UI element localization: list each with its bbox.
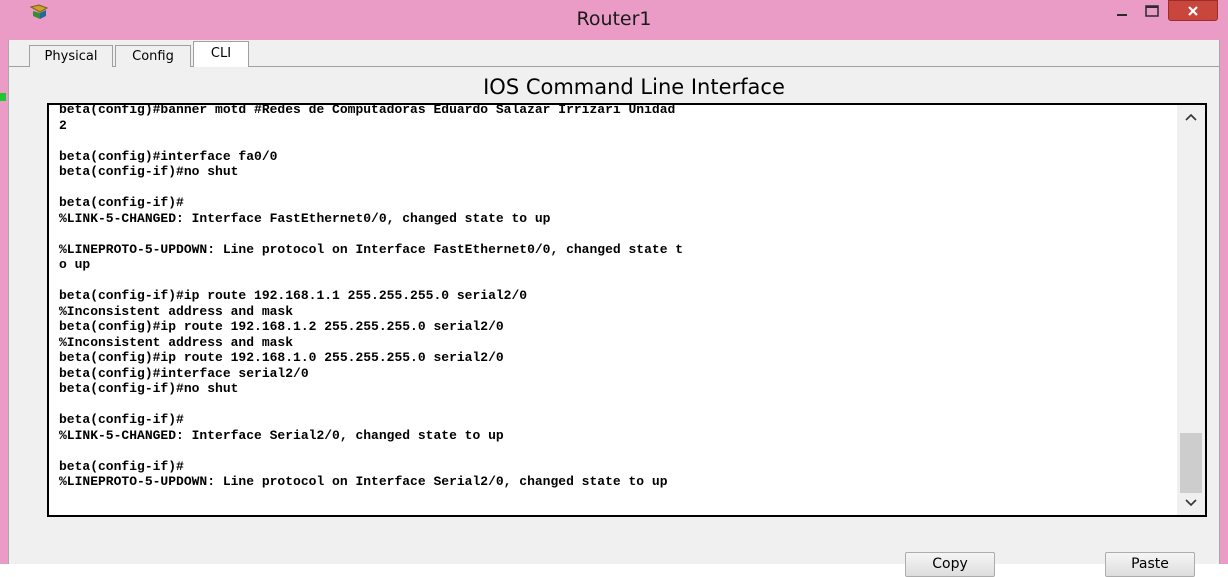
minimize-button[interactable] [1108,0,1135,21]
terminal-line: beta(config-if)#no shut [59,381,239,396]
chevron-down-icon [1185,499,1197,507]
terminal-line: beta(config)#interface serial2/0 [59,365,309,381]
terminal-line: beta(config)#interface fa0/0 [59,148,278,164]
terminal-line: 2 [59,117,67,133]
terminal-line: %LINK-5-CHANGED: Interface FastEthernet0… [59,210,551,226]
close-button[interactable] [1168,0,1218,21]
terminal-line: beta(config-if)# [59,412,184,427]
scroll-down-button[interactable] [1177,491,1205,515]
window-title: Router1 [576,8,652,30]
terminal-line: beta(config-if)#ip route 192.168.1.1 255… [59,288,528,303]
terminal-line: beta(config-if)# [59,458,184,474]
maximize-button[interactable] [1138,0,1165,21]
terminal-line: beta(config)#ip route 192.168.1.2 255.25… [59,319,504,334]
terminal-line: %Inconsistent address and mask [59,334,294,350]
tab-physical[interactable]: Physical [29,45,113,67]
terminal-line: %LINK-5-CHANGED: Interface Serial2/0, ch… [59,427,504,443]
chevron-up-icon [1185,113,1197,121]
side-marker [0,93,6,101]
terminal-line: beta(config-if)# [59,195,184,210]
terminal-line: %LINEPROTO-5-UPDOWN: Line protocol on In… [59,474,668,489]
scroll-thumb[interactable] [1180,433,1202,493]
window-client: Physical Config CLI IOS Command Line Int… [8,40,1220,577]
title-bar[interactable]: Router1 [0,0,1228,40]
cli-terminal[interactable]: beta(config)#banner motd #Redes de Compu… [47,103,1207,517]
cli-panel: IOS Command Line Interface beta(config)#… [9,67,1219,577]
tab-config[interactable]: Config [115,45,191,67]
terminal-line: %LINEPROTO-5-UPDOWN: Line protocol on In… [59,241,684,257]
tab-strip: Physical Config CLI [9,40,1219,68]
maximize-icon [1144,4,1159,17]
cli-heading: IOS Command Line Interface [483,75,785,99]
terminal-line: beta(config)#ip route 192.168.1.0 255.25… [59,350,504,365]
terminal-line: beta(config)#banner motd #Redes de Compu… [59,103,676,117]
tab-cli[interactable]: CLI [193,41,249,68]
copy-button[interactable]: Copy [905,552,995,577]
terminal-scrollbar[interactable] [1177,105,1205,515]
terminal-line: o up [59,257,91,272]
terminal-line: %Inconsistent address and mask [59,303,294,319]
terminal-output: beta(config)#banner motd #Redes de Compu… [59,103,1159,490]
scroll-up-button[interactable] [1177,105,1205,129]
paste-button[interactable]: Paste [1105,552,1195,577]
close-icon [1188,5,1198,16]
minimize-icon [1116,13,1127,16]
router-window: Router1 Physical Config CLI IOS Command … [0,0,1228,577]
terminal-line: beta(config-if)#no shut [59,164,239,179]
